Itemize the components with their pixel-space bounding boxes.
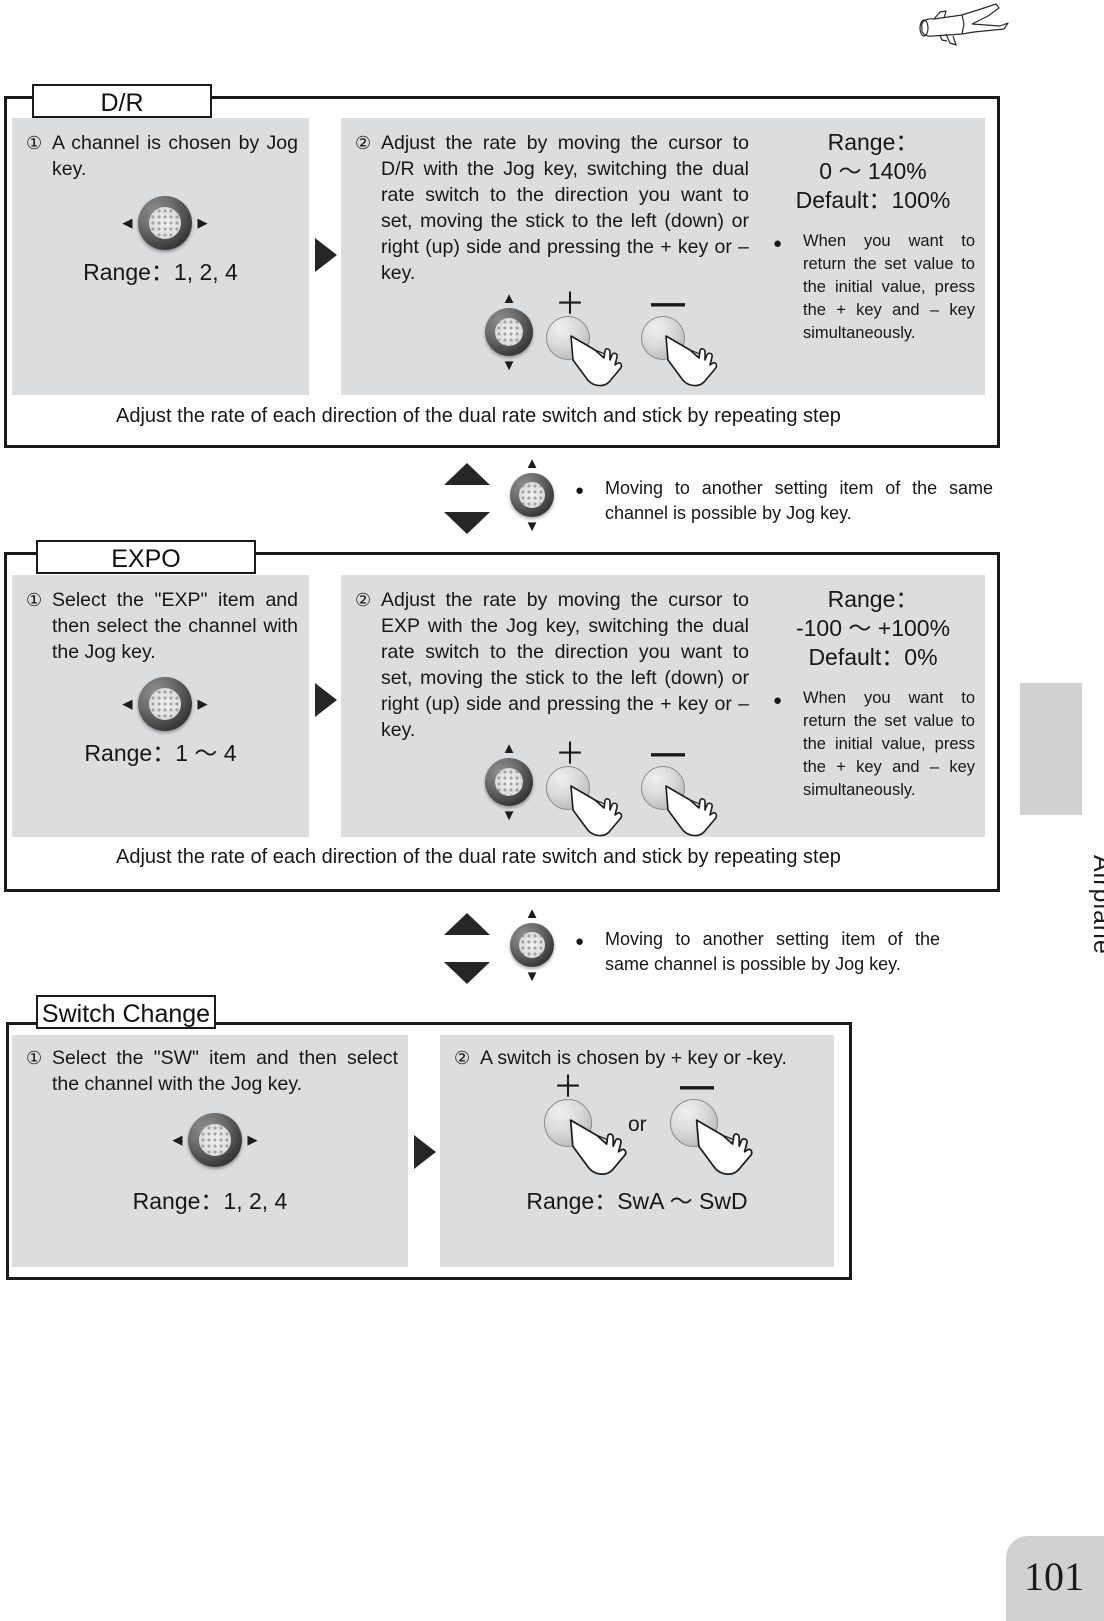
step-text: Adjust the rate by moving the cursor to … xyxy=(381,132,749,284)
connector-note-1: ● Moving to another setting item of the … xyxy=(575,476,993,526)
arrow-down-icon: ▼ xyxy=(524,968,540,985)
step-text: Select the "SW" item and then select the… xyxy=(52,1047,398,1095)
step-text: Select the "EXP" item and then select th… xyxy=(52,589,298,663)
triangle-up-icon xyxy=(444,463,490,485)
note-text: Moving to another setting item of the sa… xyxy=(605,478,993,523)
triangle-down-icon xyxy=(444,962,490,984)
step-marker: ② xyxy=(355,590,372,610)
panel-sw-step2: ② A switch is chosen by + key or -key. ＋… xyxy=(440,1035,834,1267)
minus-key-label: — xyxy=(651,734,685,772)
panel-expo-step2: ② Adjust the rate by moving the cursor t… xyxy=(341,575,761,837)
triangle-up-icon xyxy=(444,913,490,935)
bullet-icon: ● xyxy=(773,692,783,709)
panel-expo-step1: ① Select the "EXP" item and then select … xyxy=(12,575,309,837)
range-dr-step1: Range：1, 2, 4 xyxy=(83,259,238,285)
jog-key-left-right-icon[interactable]: ◄ ► xyxy=(119,677,211,731)
step-expo-1: ① Select the "EXP" item and then select … xyxy=(26,587,298,665)
arrow-left-icon: ◄ xyxy=(119,694,136,714)
step-text: Adjust the rate by moving the cursor to … xyxy=(381,589,749,741)
range-value-dr: 0 ～ 140% xyxy=(819,158,927,184)
arrow-down-icon: ▼ xyxy=(524,518,540,535)
jog-key-left-right-icon[interactable]: ◄ ► xyxy=(119,196,211,250)
bullet-icon: ● xyxy=(575,482,585,499)
pressing-hand-icon xyxy=(570,785,623,837)
bullet-icon: ● xyxy=(575,933,585,950)
arrow-right-icon: ► xyxy=(194,694,211,714)
range-sw-step2: Range：SwA ～ SwD xyxy=(526,1188,748,1214)
pressing-hand-icon xyxy=(665,335,718,387)
step-sw-1: ① Select the "SW" item and then select t… xyxy=(26,1045,398,1097)
arrow-left-icon: ◄ xyxy=(169,1130,186,1150)
arrow-up-icon: ▲ xyxy=(501,290,517,307)
triangle-down-icon xyxy=(444,512,490,534)
step-marker: ① xyxy=(26,1048,43,1068)
arrow-right-icon: ► xyxy=(244,1130,261,1150)
or-label: or xyxy=(628,1113,647,1136)
default-value-expo: Default：0% xyxy=(808,644,938,670)
arrow-up-icon: ▲ xyxy=(524,455,540,472)
flow-arrow-dr-icon xyxy=(315,238,337,272)
pressing-hand-icon xyxy=(695,1119,753,1175)
arrow-up-icon: ▲ xyxy=(501,740,517,757)
jog-key-up-down-icon[interactable]: ▲ ▼ xyxy=(485,291,533,373)
note-text: When you want to return the set value to… xyxy=(803,232,975,342)
pressing-hand-icon xyxy=(569,1119,627,1175)
pressing-hand-icon xyxy=(665,785,718,837)
bullet-icon: ● xyxy=(773,235,783,252)
arrow-left-icon: ◄ xyxy=(119,213,136,233)
step-marker: ① xyxy=(26,133,43,153)
footer-expo: Adjust the rate of each direction of the… xyxy=(116,846,841,868)
range-title-expo: Range： xyxy=(827,586,919,612)
arrow-down-icon: ▼ xyxy=(501,807,517,824)
step-dr-1: ① A channel is chosen by Jog key. xyxy=(26,130,298,182)
jog-key-left-right-icon[interactable]: ◄ ► xyxy=(169,1113,261,1167)
note-dr: ● When you want to return the set value … xyxy=(773,230,975,345)
step-dr-2: ② Adjust the rate by moving the cursor t… xyxy=(355,130,749,286)
page-number: 101 xyxy=(1024,1554,1084,1599)
arrow-right-icon: ► xyxy=(194,213,211,233)
footer-dr: Adjust the rate of each direction of the… xyxy=(116,405,841,427)
panel-expo-range-info: Range： -100 ～ +100% Default：0% ● When yo… xyxy=(761,575,985,837)
panel-sw-step1: ① Select the "SW" item and then select t… xyxy=(12,1035,408,1267)
connector-note-2: ● Moving to another setting item of the … xyxy=(575,927,940,977)
side-tab-label: Airplane xyxy=(1088,855,1104,955)
manual-page: D/R ① A channel is chosen by Jog key. ◄ … xyxy=(0,0,1104,1621)
section-title-switch-change: Switch Change xyxy=(36,995,216,1029)
pressing-hand-icon xyxy=(570,335,623,387)
arrow-up-icon: ▲ xyxy=(524,905,540,922)
note-text: When you want to return the set value to… xyxy=(803,689,975,799)
jog-key-up-down-icon[interactable]: ▲ ▼ xyxy=(510,456,554,534)
note-expo: ● When you want to return the set value … xyxy=(773,687,975,802)
step-marker: ② xyxy=(355,133,372,153)
section-title-expo: EXPO xyxy=(36,540,256,574)
step-marker: ① xyxy=(26,590,43,610)
step-text: A channel is chosen by Jog key. xyxy=(52,132,298,180)
step-sw-2: ② A switch is chosen by + key or -key. xyxy=(454,1045,824,1071)
range-value-expo: -100 ～ +100% xyxy=(795,615,951,641)
panel-dr-step1: ① A channel is chosen by Jog key. ◄ ► Ra… xyxy=(12,118,309,395)
step-expo-2: ② Adjust the rate by moving the cursor t… xyxy=(355,587,749,743)
range-expo-step1: Range：1 ～ 4 xyxy=(84,740,237,766)
step-text: A switch is chosen by + key or -key. xyxy=(480,1047,787,1069)
panel-dr-range-info: Range： 0 ～ 140% Default：100% ● When you … xyxy=(761,118,985,395)
range-title-dr: Range： xyxy=(827,129,919,155)
jog-key-up-down-icon[interactable]: ▲ ▼ xyxy=(485,741,533,823)
panel-dr-step2: ② Adjust the rate by moving the cursor t… xyxy=(341,118,761,395)
arrow-down-icon: ▼ xyxy=(501,357,517,374)
side-tab-block xyxy=(1020,683,1082,815)
minus-key-label: — xyxy=(651,284,685,322)
note-text: Moving to another setting item of the sa… xyxy=(605,929,940,974)
airplane-icon xyxy=(919,3,1009,46)
flow-arrow-expo-icon xyxy=(315,683,337,717)
default-value-dr: Default：100% xyxy=(795,187,951,213)
step-marker: ② xyxy=(454,1048,471,1068)
range-sw-step1: Range：1, 2, 4 xyxy=(132,1188,288,1214)
jog-key-up-down-icon[interactable]: ▲ ▼ xyxy=(510,906,554,984)
minus-key-label: — xyxy=(680,1067,714,1105)
section-title-dr: D/R xyxy=(32,84,212,118)
flow-arrow-sw-icon xyxy=(414,1135,436,1169)
